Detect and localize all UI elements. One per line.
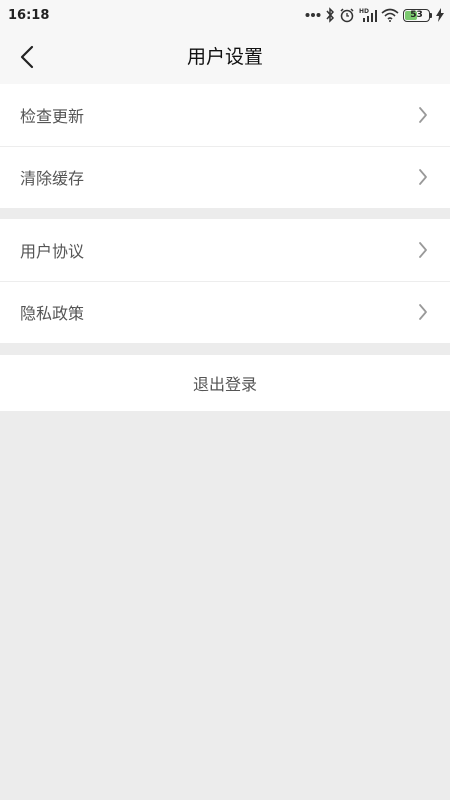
chevron-right-icon xyxy=(418,168,430,186)
status-icons: HD 53 xyxy=(305,0,444,30)
settings-group-legal: 用户协议 隐私政策 xyxy=(0,219,450,343)
charging-bolt-icon xyxy=(436,8,444,22)
user-agreement-label: 用户协议 xyxy=(20,242,85,261)
user-agreement-item[interactable]: 用户协议 xyxy=(0,219,450,281)
check-update-item[interactable]: 检查更新 xyxy=(0,84,450,146)
battery-level: 53 xyxy=(410,9,423,20)
chevron-left-icon xyxy=(20,45,34,69)
signal-hd-icon: HD xyxy=(359,7,377,23)
wifi-icon xyxy=(381,8,399,22)
chevron-right-icon xyxy=(418,106,430,124)
back-button[interactable] xyxy=(12,42,42,72)
navbar: 用户设置 xyxy=(0,30,450,84)
status-bar: 16:18 HD 53 xyxy=(0,0,450,30)
chevron-right-icon xyxy=(418,303,430,321)
chevron-right-icon xyxy=(418,241,430,259)
more-dots-icon xyxy=(305,12,321,18)
logout-button[interactable]: 退出登录 xyxy=(0,355,450,411)
check-update-label: 检查更新 xyxy=(20,107,85,126)
bluetooth-icon xyxy=(325,7,335,23)
battery-icon: 53 xyxy=(403,8,432,22)
logout-group: 退出登录 xyxy=(0,355,450,411)
status-time: 16:18 xyxy=(8,7,50,23)
alarm-icon xyxy=(339,7,355,23)
clear-cache-item[interactable]: 清除缓存 xyxy=(0,146,450,208)
clear-cache-label: 清除缓存 xyxy=(20,169,85,188)
svg-text:HD: HD xyxy=(359,8,369,15)
page-title: 用户设置 xyxy=(186,46,263,68)
settings-group-app: 检查更新 清除缓存 xyxy=(0,84,450,208)
privacy-policy-label: 隐私政策 xyxy=(20,304,85,323)
privacy-policy-item[interactable]: 隐私政策 xyxy=(0,281,450,343)
